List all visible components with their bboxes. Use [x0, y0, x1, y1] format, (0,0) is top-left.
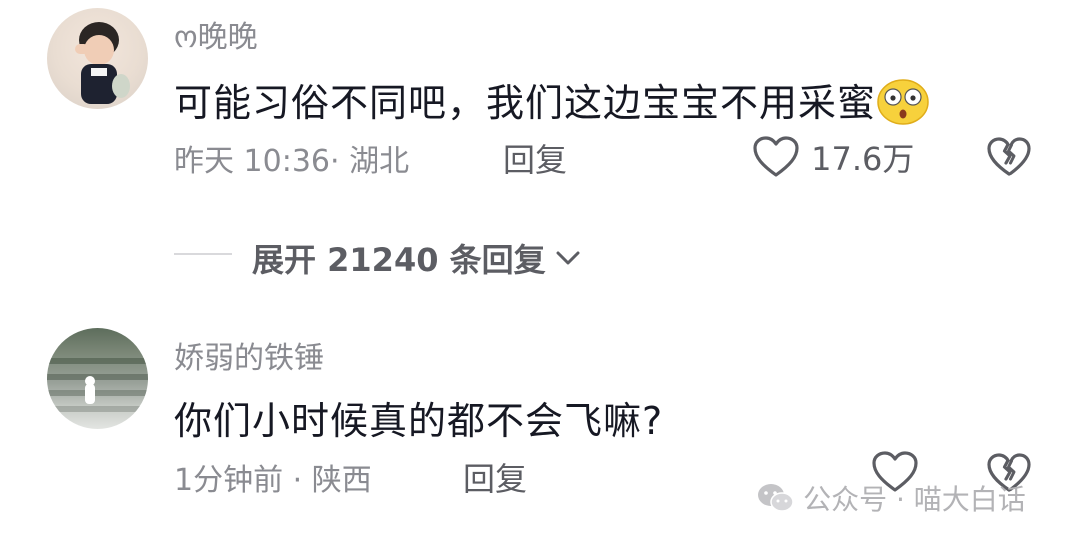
like-count: 17.6万 [811, 140, 915, 178]
reply-button[interactable]: 回复 [503, 135, 567, 181]
chevron-down-icon [556, 251, 580, 265]
comment-username[interactable]: 娇弱的铁锤 [174, 333, 324, 377]
watermark-text: 公众号 · 喵大白话 [803, 483, 1026, 516]
comment-meta: 1分钟前 · 陕西 [174, 463, 372, 498]
dislike-broken-heart-icon [987, 137, 1031, 176]
stairs-photo-icon [47, 358, 148, 412]
avatar[interactable] [47, 328, 148, 429]
comment-username[interactable]: ო晚晚 [174, 12, 258, 56]
surprised-face-emoji-icon [876, 77, 930, 134]
dislike-button[interactable] [986, 136, 1032, 182]
comment-text: 可能习俗不同吧，我们这边宝宝不用采蜜 [174, 72, 930, 134]
expand-divider [174, 253, 232, 255]
comment-meta: 昨天 10:36· 湖北 [174, 144, 410, 179]
expand-replies-button[interactable]: 展开 21240 条回复 [252, 235, 581, 281]
reply-button[interactable]: 回复 [463, 454, 527, 500]
heart-icon [753, 136, 799, 177]
like-button[interactable]: 17.6万 [752, 134, 914, 180]
avatar[interactable] [47, 8, 148, 109]
watermark: 公众号 · 喵大白话 [756, 478, 1026, 518]
wechat-icon [758, 484, 794, 512]
child-photo-icon [75, 22, 130, 104]
comment-text: 你们小时候真的都不会飞嘛? [174, 399, 664, 443]
expand-replies-label: 展开 21240 条回复 [252, 241, 546, 279]
comment-text-body: 可能习俗不同吧，我们这边宝宝不用采蜜 [174, 81, 877, 125]
